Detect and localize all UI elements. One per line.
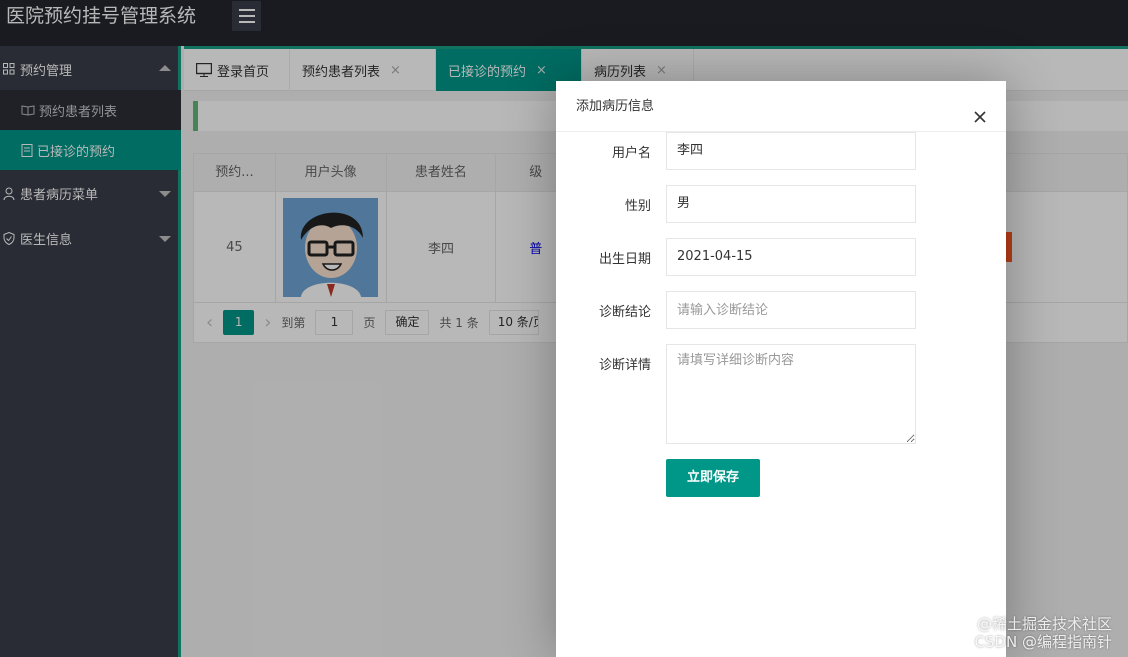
watermark-line: @稀土掘金技术社区 — [976, 615, 1112, 633]
details-textarea[interactable] — [666, 344, 916, 444]
dialog-title: 添加病历信息 — [576, 99, 655, 114]
save-button[interactable]: 立即保存 — [666, 459, 760, 497]
close-icon[interactable] — [972, 96, 988, 123]
gender-label: 性别 — [624, 199, 651, 214]
gender-field[interactable]: 男 — [666, 185, 916, 223]
watermark-line: CSDN @编程指南针 — [974, 633, 1112, 651]
diagnosis-input[interactable] — [666, 291, 916, 329]
username-label: 用户名 — [611, 146, 651, 161]
add-medical-record-dialog: 添加病历信息 用户名 李四 性别 男 出生日期 2021-04-15 诊断结论 … — [556, 81, 1006, 657]
diagnosis-label: 诊断结论 — [598, 305, 651, 320]
dialog-header: 添加病历信息 — [556, 81, 1006, 132]
birthdate-label: 出生日期 — [598, 252, 651, 267]
details-label: 诊断详情 — [598, 358, 651, 373]
watermark: @稀土掘金技术社区 CSDN @编程指南针 — [974, 615, 1112, 651]
birthdate-field[interactable]: 2021-04-15 — [666, 238, 916, 276]
username-field[interactable]: 李四 — [666, 132, 916, 170]
